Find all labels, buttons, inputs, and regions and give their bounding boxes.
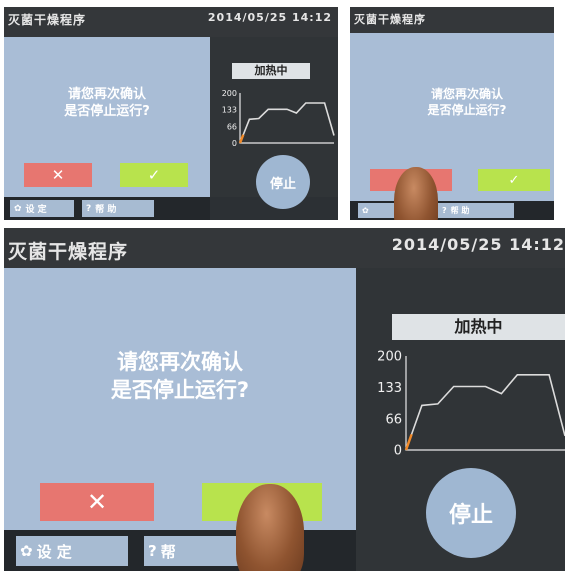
close-icon: ✕ (86, 488, 108, 516)
stop-label: 停止 (448, 503, 493, 528)
screen-title: 灭菌干燥程序 (8, 13, 87, 27)
chart-axes (239, 93, 334, 144)
screen-title: 灭菌干燥程序 (8, 241, 129, 263)
title-bar: 灭菌干燥程序 2014/05/25 14:12 (4, 228, 565, 268)
title-bar: 灭菌干燥程序 2014/05/25 14:12 (4, 7, 338, 37)
datetime: 2014/05/25 14:12 (391, 235, 565, 254)
device-screen: 灭菌干燥程序 2014/05/25 14:12 请您再次确认 是否停止运行? ✕… (4, 228, 565, 571)
status-side-panel: 加热中 200 133 66 0 停止 (210, 37, 338, 209)
settings-label: 设 定 (36, 542, 72, 561)
check-icon: ✓ (508, 172, 520, 188)
photo-bottom: 灭菌干燥程序 2014/05/25 14:12 请您再次确认 是否停止运行? ✕… (4, 228, 565, 571)
chart-axes (405, 356, 565, 451)
check-icon: ✓ (147, 166, 161, 184)
confirm-dialog: 请您再次确认 是否停止运行? ✕ ✓ (4, 37, 210, 197)
prompt-line-1: 请您再次确认 (430, 87, 503, 101)
help-button[interactable]: ? 帮 (144, 536, 244, 566)
temperature-series-line (405, 373, 565, 451)
close-icon: ✕ (51, 166, 65, 184)
help-icon: ? (442, 206, 447, 215)
datetime: 2014/05/25 14:12 (207, 11, 332, 24)
help-label: 帮 助 (450, 206, 470, 215)
settings-label: 设 定 (25, 205, 47, 215)
help-icon: ? (148, 542, 157, 560)
photo-top-right: 灭菌干燥程序 请您再次确认 是否停止运行? ✕ ✓ ✿ ? 帮 助 (350, 7, 554, 220)
device-screen: 灭菌干燥程序 2014/05/25 14:12 请您再次确认 是否停止运行? ✕… (4, 7, 338, 220)
help-label: 帮 助 (95, 205, 117, 215)
y-tick-label: 66 (385, 413, 402, 428)
prompt-line-1: 请您再次确认 (117, 350, 243, 374)
y-tick-label: 133 (222, 106, 237, 115)
y-tick-label: 133 (377, 381, 402, 396)
finger (236, 484, 304, 571)
status-side-panel: 加热中 200 133 66 0 停止 (356, 268, 565, 571)
temperature-chart: 200 133 66 0 (377, 350, 565, 459)
gear-icon: ✿ (20, 542, 33, 560)
help-button[interactable]: ? 帮 助 (82, 200, 154, 217)
title-bar: 灭菌干燥程序 (350, 7, 554, 33)
confirm-button[interactable]: ✓ (478, 169, 550, 191)
stop-button[interactable]: 停止 (426, 468, 516, 558)
y-tick-label: 200 (377, 350, 402, 365)
cancel-button[interactable]: ✕ (24, 163, 92, 187)
device-screen: 灭菌干燥程序 请您再次确认 是否停止运行? ✕ ✓ ✿ ? 帮 助 (350, 7, 554, 220)
gear-icon: ✿ (362, 206, 369, 215)
prompt-line-2: 是否停止运行? (110, 378, 250, 402)
stop-button[interactable]: 停止 (256, 155, 310, 209)
cancel-button[interactable]: ✕ (40, 483, 154, 521)
prompt-line-1: 请您再次确认 (67, 87, 146, 102)
prompt-line-2: 是否停止运行? (427, 103, 507, 117)
help-button[interactable]: ? 帮 助 (438, 203, 514, 218)
settings-button[interactable]: ✿ 设 定 (10, 200, 74, 217)
help-label: 帮 (160, 542, 176, 561)
y-tick-label: 66 (227, 122, 237, 131)
photo-top-left: 灭菌干燥程序 2014/05/25 14:12 请您再次确认 是否停止运行? ✕… (4, 7, 338, 220)
temperature-chart: 200 133 66 0 (222, 89, 335, 148)
bottom-bar: ✿ ? 帮 助 (350, 201, 554, 220)
y-tick-label: 0 (394, 444, 402, 459)
gear-icon: ✿ (14, 203, 22, 214)
confirm-dialog: 请您再次确认 是否停止运行? ✕ ✓ (350, 33, 554, 201)
settings-button[interactable]: ✿ 设 定 (16, 536, 128, 566)
prompt-line-2: 是否停止运行? (64, 104, 150, 119)
screen-title: 灭菌干燥程序 (354, 13, 426, 26)
confirm-button[interactable]: ✓ (120, 163, 188, 187)
progress-segment (404, 433, 413, 451)
temperature-series-line (239, 102, 335, 144)
bottom-bar: ✿ 设 定 ? 帮 助 (4, 197, 210, 220)
status-label: 加热中 (232, 63, 310, 79)
help-icon: ? (86, 203, 92, 214)
status-label: 加热中 (392, 314, 565, 340)
y-tick-label: 0 (232, 139, 237, 148)
y-tick-label: 200 (222, 89, 237, 98)
confirm-dialog: 请您再次确认 是否停止运行? ✕ ✓ (4, 268, 356, 530)
stop-label: 停止 (269, 176, 296, 192)
